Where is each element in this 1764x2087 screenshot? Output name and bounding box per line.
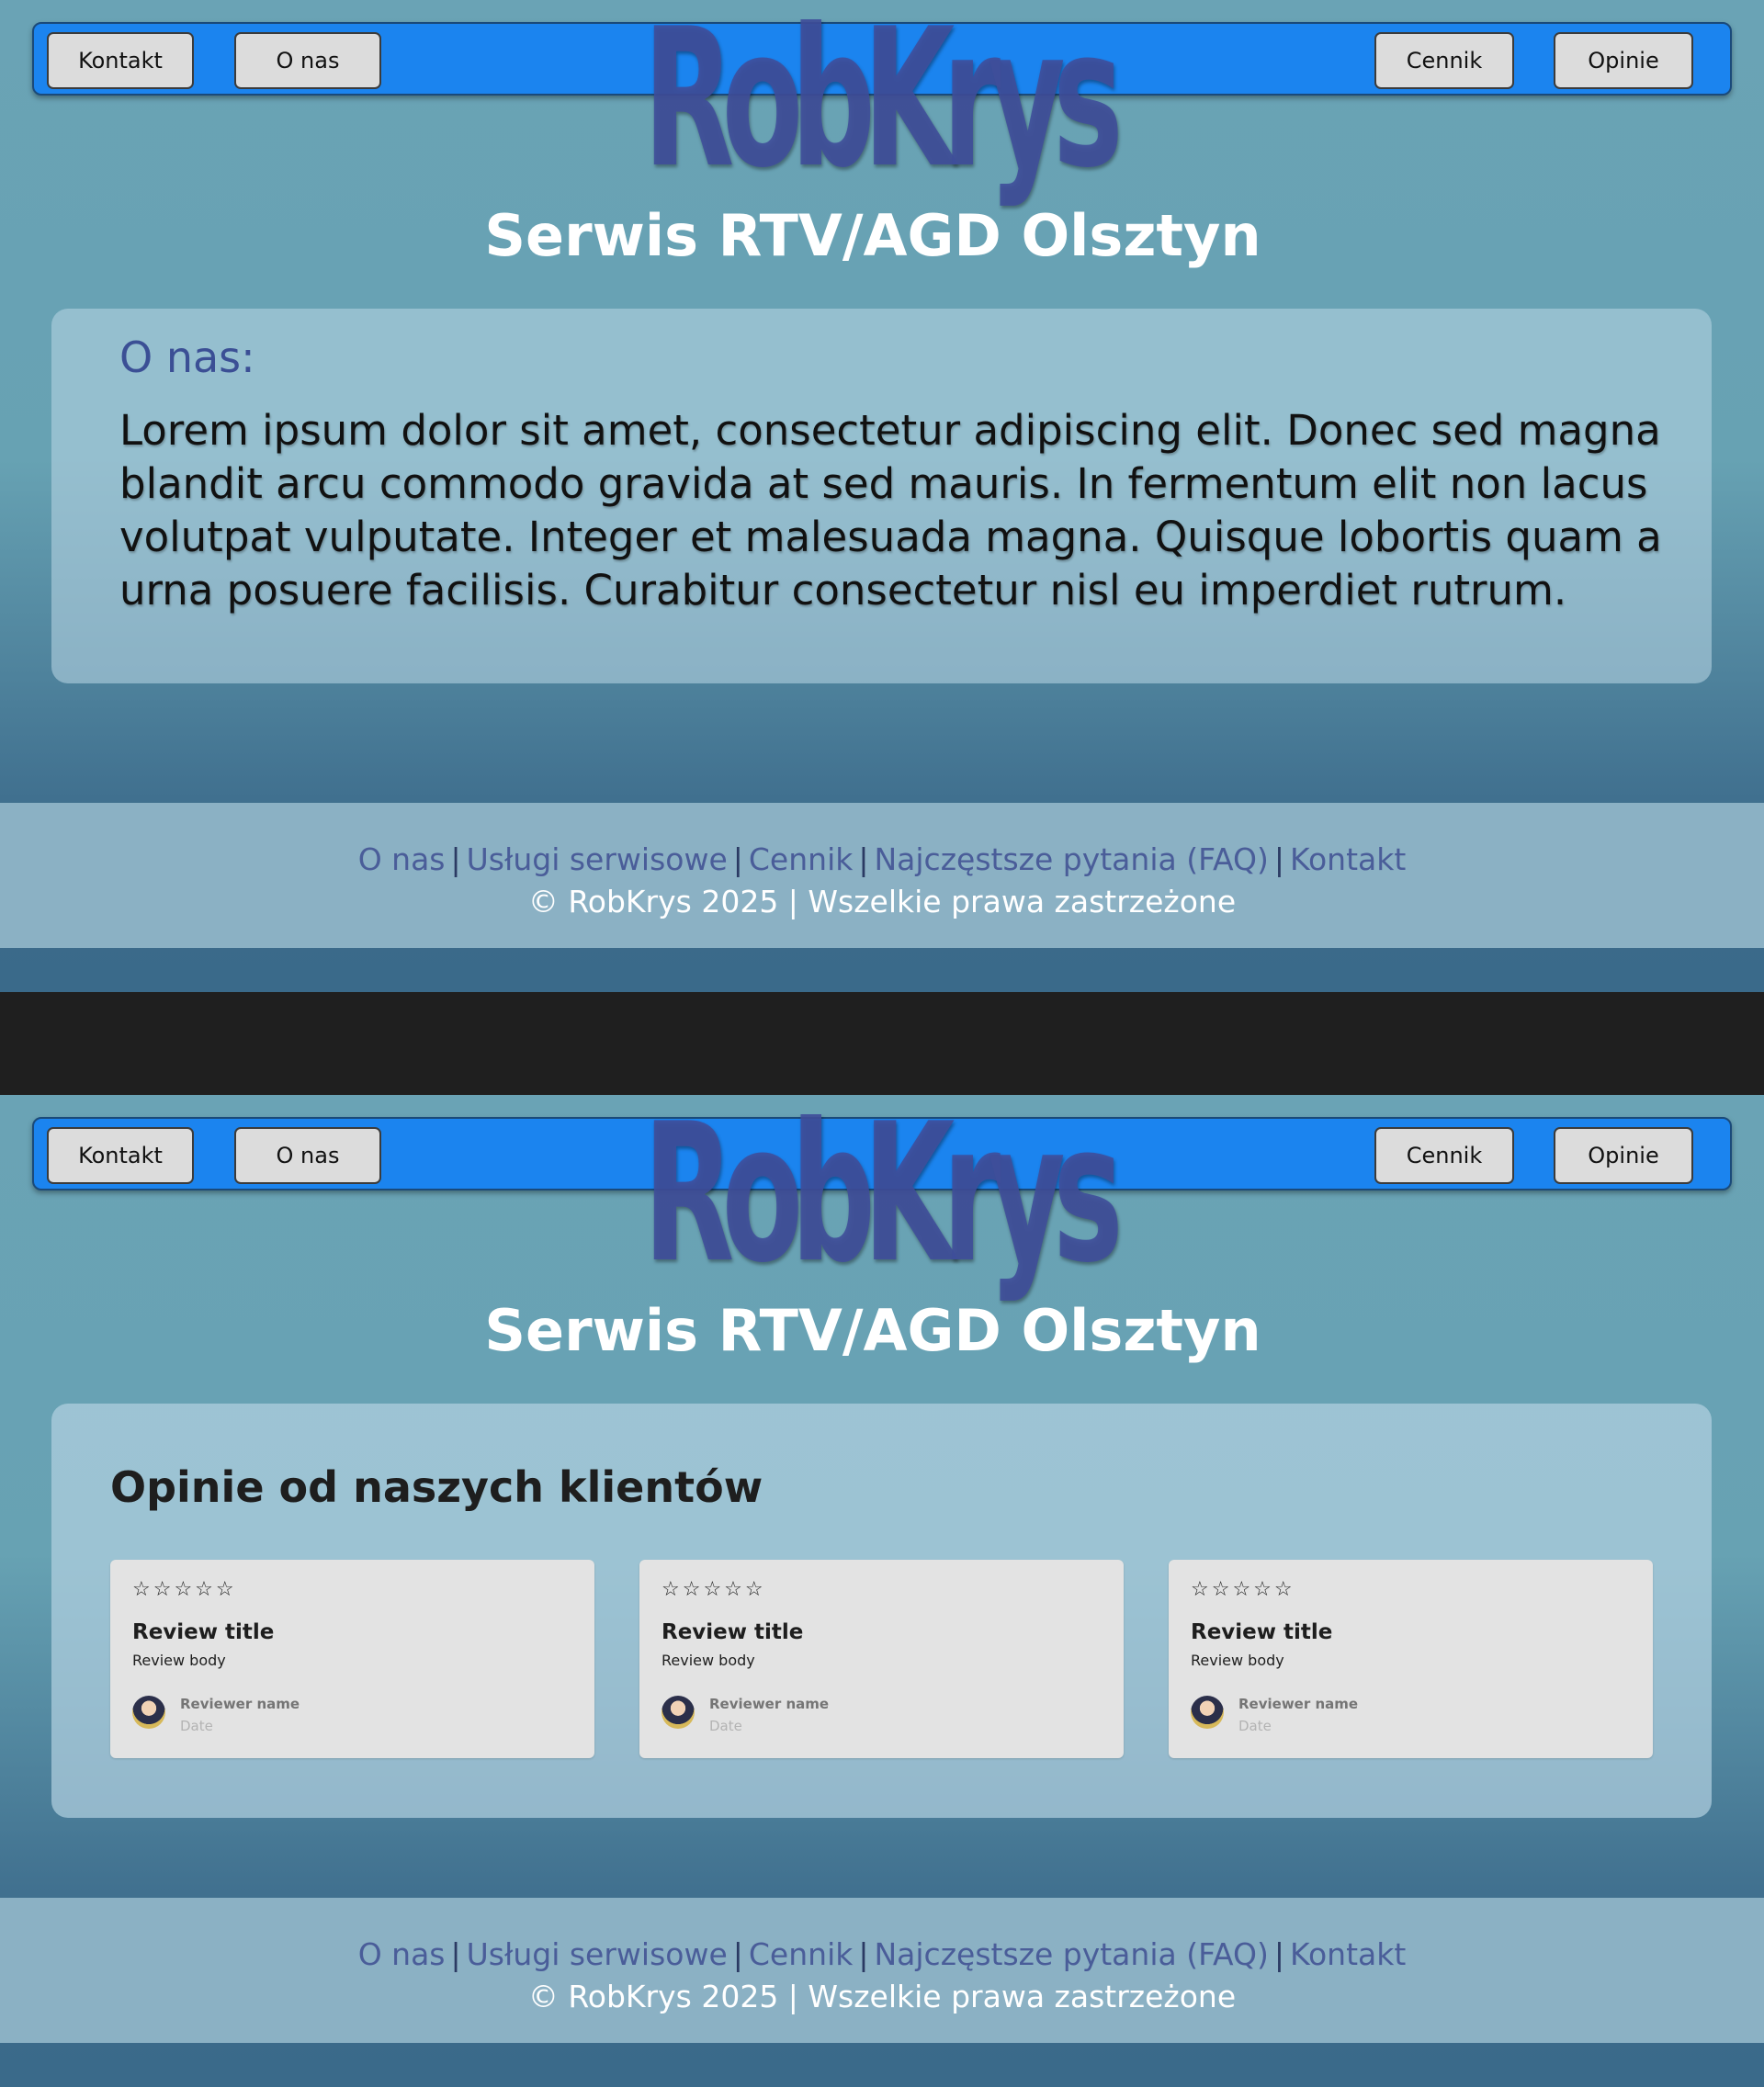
about-text: Lorem ipsum dolor sit amet, consectetur … — [119, 406, 1662, 615]
footer-links: O nas | Usługi serwisowe | Cennik | Najczęstsz… — [0, 841, 1764, 877]
footer-separator: | — [450, 841, 461, 877]
reviewer-name: Reviewer name — [180, 1696, 300, 1712]
star-rating-icon: ☆☆☆☆☆ — [662, 1578, 766, 1601]
review-date: Date — [1238, 1718, 1272, 1734]
footer-link-onas[interactable]: O nas — [358, 841, 446, 877]
review-body: Review body — [1191, 1652, 1284, 1669]
review-card: ☆☆☆☆☆ Review title Review body Reviewer … — [110, 1560, 594, 1758]
about-panel: O nas: Lorem ipsum dolor sit amet, conse… — [51, 309, 1712, 683]
copyright: © RobKrys 2025 | Wszelkie prawa zastrzeż… — [527, 884, 1237, 919]
footer-link-cennik[interactable]: Cennik — [749, 1936, 853, 1972]
reviewer-avatar — [1191, 1696, 1224, 1729]
footer-links: O nas | Usługi serwisowe | Cennik | Najczęstsz… — [0, 1936, 1764, 1972]
navbar: Kontakt O nas Cennik Opinie — [32, 1117, 1732, 1190]
review-title: Review title — [1191, 1620, 1333, 1644]
star-rating-icon: ☆☆☆☆☆ — [1191, 1578, 1295, 1601]
nav-onas-button[interactable]: O nas — [234, 1127, 381, 1184]
reviewer-avatar — [132, 1696, 165, 1729]
site-title: Serwis RTV/AGD Olsztyn — [484, 202, 1261, 269]
reviewer-name: Reviewer name — [709, 1696, 830, 1712]
footer-separator: | — [732, 841, 743, 877]
nav-onas-button[interactable]: O nas — [234, 32, 381, 89]
review-title: Review title — [662, 1620, 804, 1644]
nav-kontakt-button[interactable]: Kontakt — [47, 1127, 194, 1184]
footer: O nas | Usługi serwisowe | Cennik | Najczęstsz… — [0, 1898, 1764, 2043]
footer-link-kontakt[interactable]: Kontakt — [1290, 841, 1406, 877]
site-title: Serwis RTV/AGD Olsztyn — [484, 1297, 1261, 1364]
footer-separator: | — [1273, 1936, 1284, 1972]
footer-link-onas[interactable]: O nas — [358, 1936, 446, 1972]
footer-link-cennik[interactable]: Cennik — [749, 841, 853, 877]
star-rating-icon: ☆☆☆☆☆ — [132, 1578, 237, 1601]
reviews-heading: Opinie od naszych klientów — [110, 1462, 763, 1512]
footer: O nas | Usługi serwisowe | Cennik | Najczęstsz… — [0, 803, 1764, 948]
footer-separator: | — [450, 1936, 461, 1972]
copyright: © RobKrys 2025 | Wszelkie prawa zastrzeż… — [527, 1979, 1237, 2014]
footer-separator: | — [858, 841, 869, 877]
footer-link-uslugi[interactable]: Usługi serwisowe — [467, 841, 728, 877]
footer-separator: | — [858, 1936, 869, 1972]
screen-about: Kontakt O nas Cennik Opinie RobKrys Serw… — [0, 0, 1764, 992]
review-title: Review title — [132, 1620, 275, 1644]
review-card: ☆☆☆☆☆ Review title Review body Reviewer … — [1169, 1560, 1653, 1758]
reviewer-name: Reviewer name — [1238, 1696, 1359, 1712]
review-date: Date — [180, 1718, 213, 1734]
footer-link-uslugi[interactable]: Usługi serwisowe — [467, 1936, 728, 1972]
footer-separator: | — [1273, 841, 1284, 877]
footer-separator: | — [732, 1936, 743, 1972]
review-body: Review body — [662, 1652, 755, 1669]
footer-link-kontakt[interactable]: Kontakt — [1290, 1936, 1406, 1972]
review-body: Review body — [132, 1652, 226, 1669]
nav-kontakt-button[interactable]: Kontakt — [47, 32, 194, 89]
nav-cennik-button[interactable]: Cennik — [1374, 1127, 1514, 1184]
reviewer-avatar — [662, 1696, 695, 1729]
footer-link-faq[interactable]: Najczęstsze pytania (FAQ) — [874, 1936, 1268, 1972]
nav-cennik-button[interactable]: Cennik — [1374, 32, 1514, 89]
review-card: ☆☆☆☆☆ Review title Review body Reviewer … — [639, 1560, 1124, 1758]
reviews-panel: Opinie od naszych klientów ☆☆☆☆☆ Review … — [51, 1404, 1712, 1818]
screen-reviews: Kontakt O nas Cennik Opinie RobKrys Serw… — [0, 1095, 1764, 2087]
footer-link-faq[interactable]: Najczęstsze pytania (FAQ) — [874, 841, 1268, 877]
nav-opinie-button[interactable]: Opinie — [1554, 1127, 1693, 1184]
nav-opinie-button[interactable]: Opinie — [1554, 32, 1693, 89]
navbar: Kontakt O nas Cennik Opinie — [32, 22, 1732, 96]
review-date: Date — [709, 1718, 742, 1734]
about-heading: O nas: — [119, 333, 255, 382]
